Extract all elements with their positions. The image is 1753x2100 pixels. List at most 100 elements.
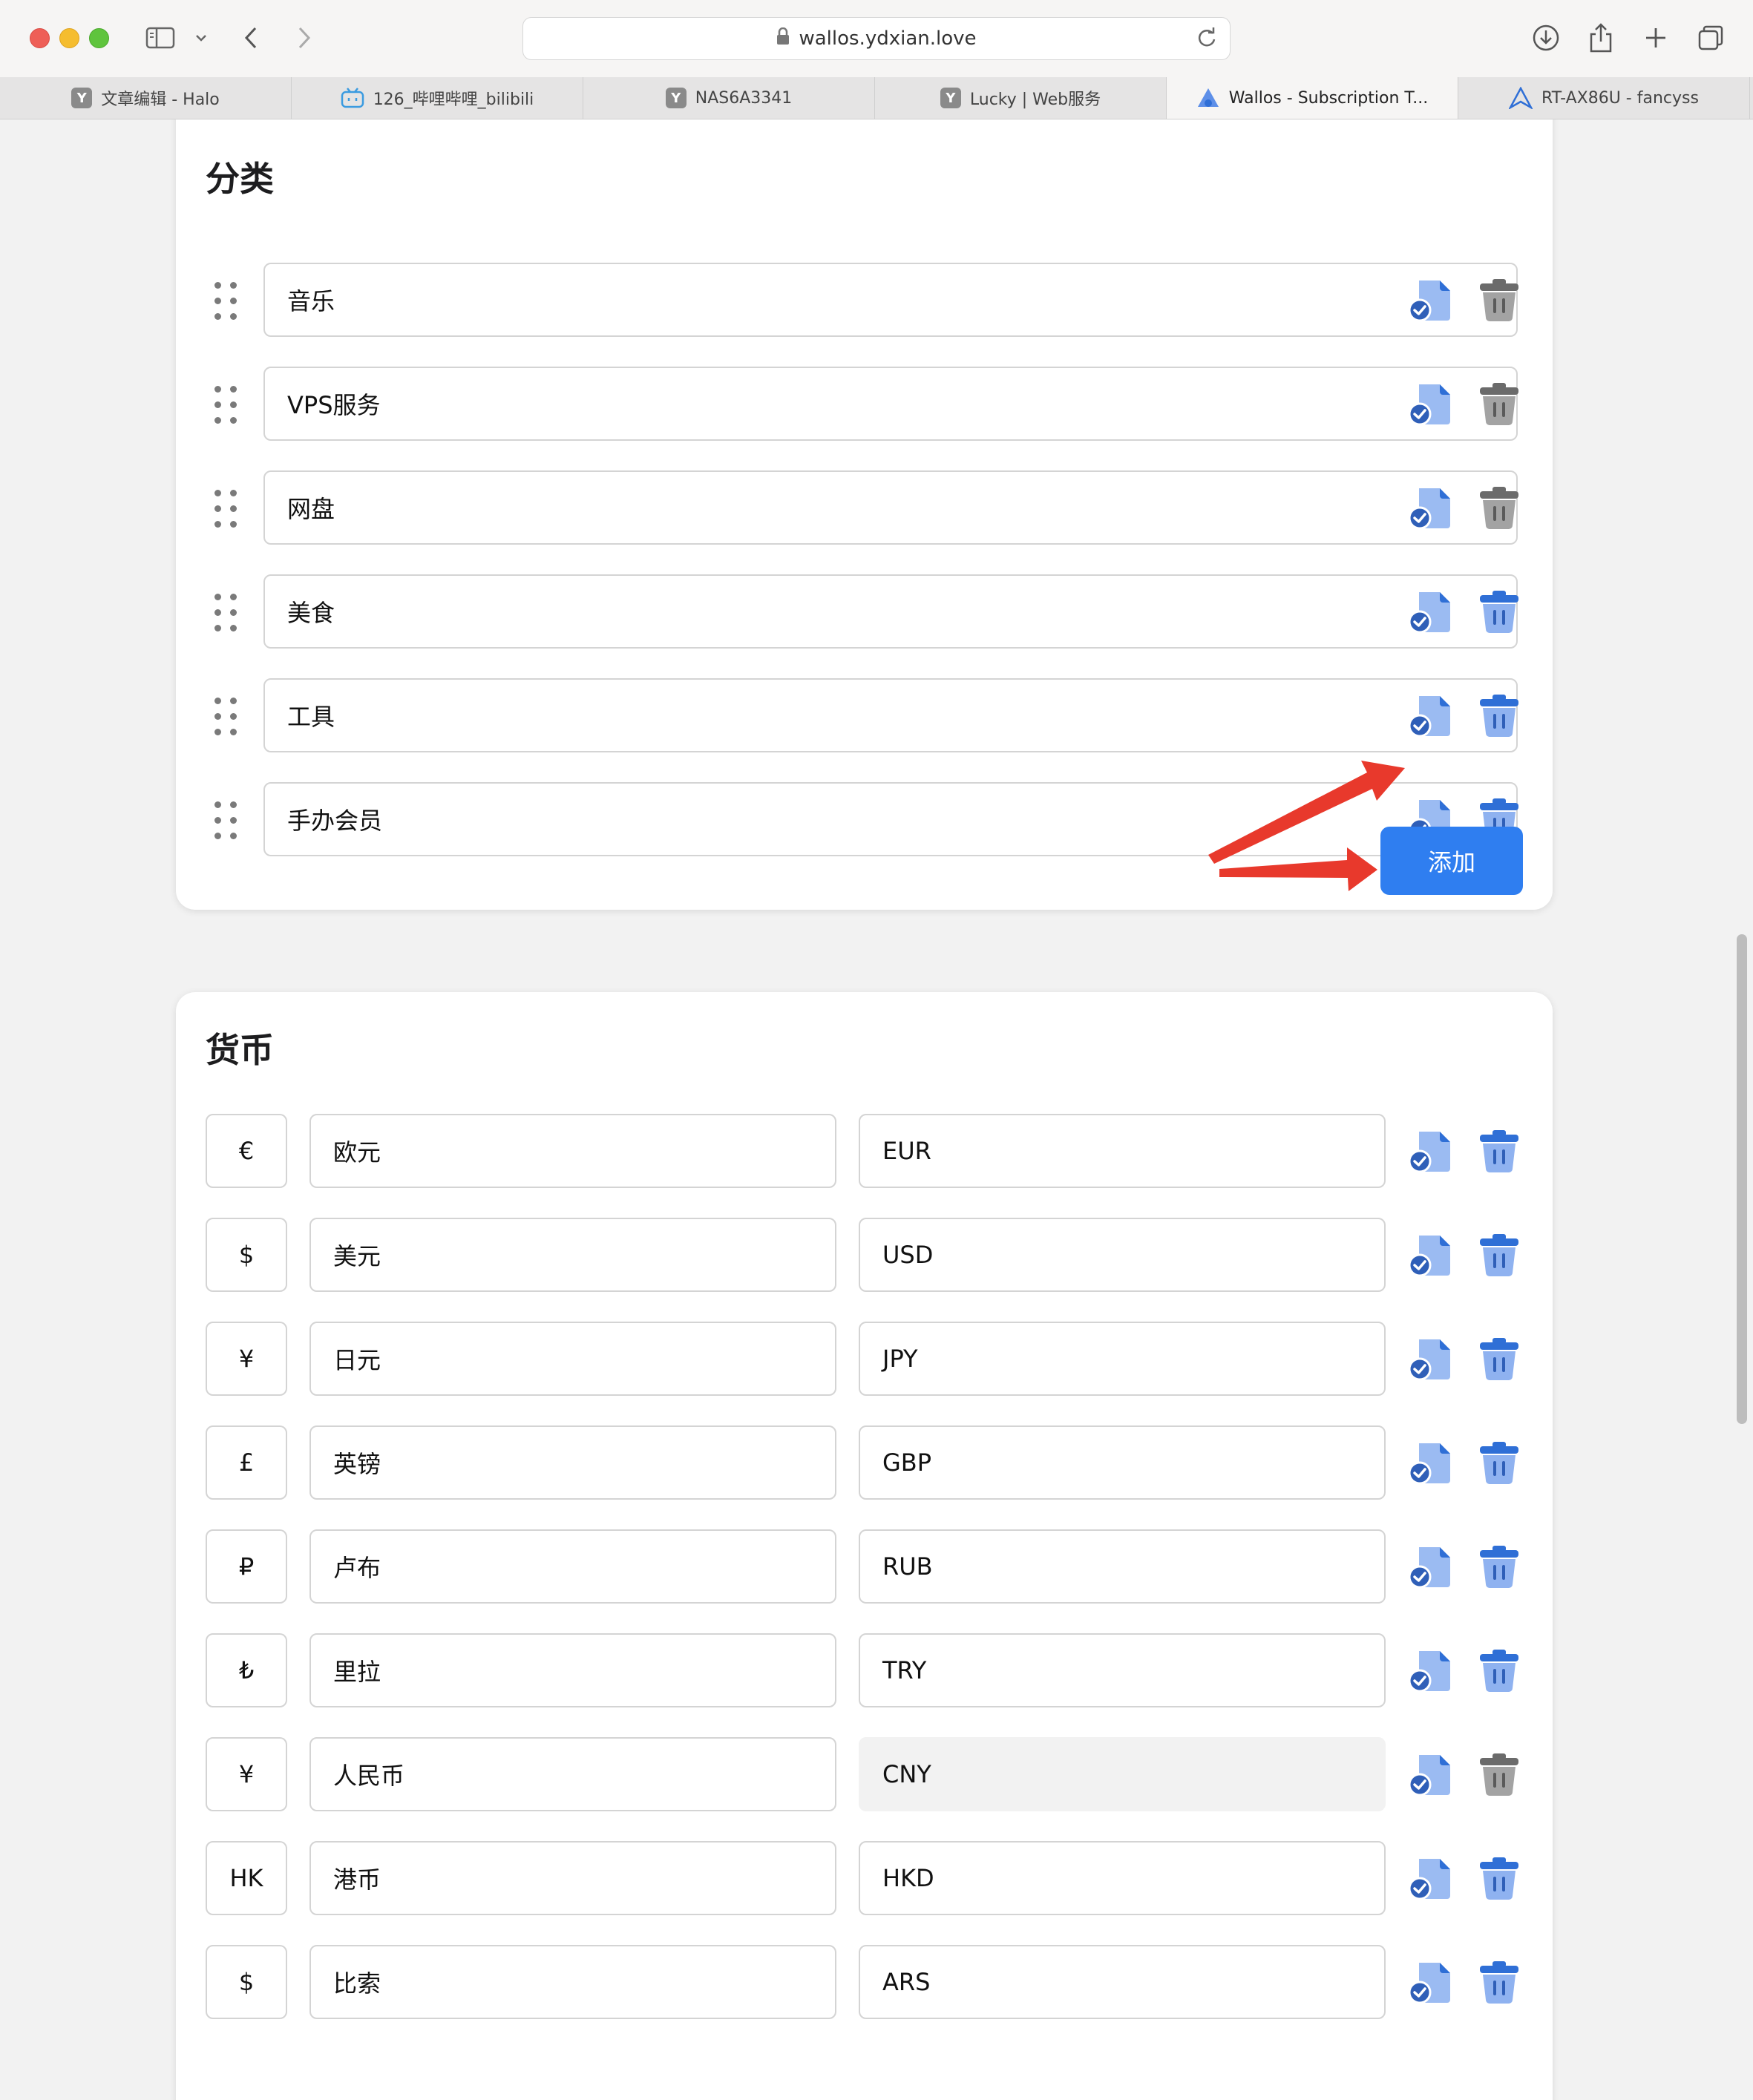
forward-icon[interactable]	[291, 21, 318, 55]
chevron-down-icon[interactable]	[190, 21, 212, 55]
save-file-icon[interactable]	[1405, 274, 1457, 326]
category-row: 手办会员	[176, 782, 1553, 856]
currency-code-input[interactable]: USD	[859, 1218, 1386, 1292]
currency-symbol-input[interactable]: £	[206, 1425, 287, 1500]
drag-handle-icon[interactable]	[214, 386, 237, 424]
currency-code-input[interactable]: HKD	[859, 1841, 1386, 1915]
reload-icon[interactable]	[1196, 27, 1218, 54]
currency-name-input[interactable]: 美元	[309, 1218, 836, 1292]
currency-name-input[interactable]: 欧元	[309, 1114, 836, 1188]
currency-name-input[interactable]: 比索	[309, 1945, 836, 2019]
currency-name-input[interactable]: 人民币	[309, 1737, 836, 1811]
save-file-icon[interactable]	[1405, 1748, 1457, 1800]
currencies-card: 货币 € 欧元 EUR $ 美元 USD ¥ 日元 JPY £ 英镑 GBP ₽ 卢布 RUB ₺ 里拉 TRY ¥…	[176, 992, 1553, 2100]
delete-trash-icon[interactable]	[1473, 1125, 1525, 1177]
delete-trash-icon[interactable]	[1473, 1956, 1525, 2008]
category-name-input[interactable]: 工具	[263, 678, 1518, 752]
drag-handle-icon[interactable]	[214, 801, 237, 839]
wallos-icon	[1196, 87, 1220, 109]
currency-code-input: CNY	[859, 1737, 1386, 1811]
tab-halo[interactable]: Y 文章编辑 - Halo	[0, 77, 292, 119]
save-file-icon[interactable]	[1405, 378, 1457, 430]
currency-name-input[interactable]: 卢布	[309, 1529, 836, 1604]
currency-name-input[interactable]: 港币	[309, 1841, 836, 1915]
yunzhanghu-y-icon: Y	[71, 88, 93, 108]
tab-wallos[interactable]: Wallos - Subscription T...	[1167, 77, 1458, 119]
share-icon[interactable]	[1584, 21, 1618, 55]
downloads-icon[interactable]	[1529, 21, 1563, 55]
delete-trash-icon[interactable]	[1473, 1852, 1525, 1904]
tab-nas[interactable]: Y NAS6A3341	[583, 77, 875, 119]
zoom-window-button[interactable]	[89, 28, 109, 48]
drag-handle-icon[interactable]	[214, 490, 237, 528]
currency-symbol-input[interactable]: ¥	[206, 1322, 287, 1396]
category-name-input[interactable]: 手办会员	[263, 782, 1518, 856]
save-file-icon[interactable]	[1405, 1644, 1457, 1696]
delete-trash-icon[interactable]	[1473, 585, 1525, 637]
category-name-input[interactable]: 音乐	[263, 263, 1518, 337]
tab-asus[interactable]: RT-AX86U - fancyss	[1458, 77, 1750, 119]
address-bar[interactable]: wallos.ydxian.love	[522, 17, 1231, 60]
page-scrollbar[interactable]	[1737, 934, 1747, 1424]
delete-disabled-trash-icon[interactable]	[1473, 378, 1525, 430]
delete-trash-icon[interactable]	[1473, 1229, 1525, 1281]
save-file-icon[interactable]	[1405, 1540, 1457, 1592]
drag-handle-icon[interactable]	[214, 698, 237, 735]
currency-code-input[interactable]: EUR	[859, 1114, 1386, 1188]
tab-lucky[interactable]: Y Lucky | Web服务	[875, 77, 1167, 119]
category-row: 网盘	[176, 470, 1553, 545]
drag-handle-icon[interactable]	[214, 282, 237, 320]
currency-code-input[interactable]: GBP	[859, 1425, 1386, 1500]
save-file-icon[interactable]	[1405, 1852, 1457, 1904]
currency-name-input[interactable]: 里拉	[309, 1633, 836, 1707]
add-category-button[interactable]: 添加	[1380, 827, 1523, 895]
currency-row: ₺ 里拉 TRY	[176, 1633, 1553, 1707]
currency-code-input[interactable]: JPY	[859, 1322, 1386, 1396]
save-file-icon[interactable]	[1405, 1125, 1457, 1177]
currency-symbol-input[interactable]: $	[206, 1218, 287, 1292]
drag-handle-icon[interactable]	[214, 594, 237, 631]
delete-trash-icon[interactable]	[1473, 1644, 1525, 1696]
category-row: 美食	[176, 574, 1553, 649]
currency-row: ¥ 日元 JPY	[176, 1322, 1553, 1396]
save-file-icon[interactable]	[1405, 1437, 1457, 1489]
save-file-icon[interactable]	[1405, 585, 1457, 637]
save-file-icon[interactable]	[1405, 689, 1457, 741]
sidebar-icon[interactable]	[144, 21, 177, 55]
currency-name-input[interactable]: 日元	[309, 1322, 836, 1396]
category-name-input[interactable]: 美食	[263, 574, 1518, 649]
save-file-icon[interactable]	[1405, 1956, 1457, 2008]
currency-symbol-input[interactable]: HK	[206, 1841, 287, 1915]
page-viewport: 分类 音乐 VPS服务 网盘 美食 工具 手办会员 添加 货币 € 欧元 EUR $ 美元 USD ¥…	[0, 119, 1753, 2100]
close-window-button[interactable]	[30, 28, 50, 48]
category-name-input[interactable]: 网盘	[263, 470, 1518, 545]
currency-row: £ 英镑 GBP	[176, 1425, 1553, 1500]
delete-trash-icon[interactable]	[1473, 689, 1525, 741]
currency-symbol-input[interactable]: ₺	[206, 1633, 287, 1707]
currency-code-input[interactable]: RUB	[859, 1529, 1386, 1604]
currency-name-input[interactable]: 英镑	[309, 1425, 836, 1500]
delete-trash-icon[interactable]	[1473, 1540, 1525, 1592]
currency-symbol-input[interactable]: $	[206, 1945, 287, 2019]
delete-trash-icon[interactable]	[1473, 1333, 1525, 1385]
back-icon[interactable]	[237, 21, 264, 55]
currency-symbol-input[interactable]: ¥	[206, 1737, 287, 1811]
tab-overview-icon[interactable]	[1694, 21, 1728, 55]
currency-code-input[interactable]: TRY	[859, 1633, 1386, 1707]
save-file-icon[interactable]	[1405, 1333, 1457, 1385]
currency-code-input[interactable]: ARS	[859, 1945, 1386, 2019]
delete-disabled-trash-icon[interactable]	[1473, 1748, 1525, 1800]
category-name-input[interactable]: VPS服务	[263, 367, 1518, 441]
delete-trash-icon[interactable]	[1473, 1437, 1525, 1489]
currency-symbol-input[interactable]: €	[206, 1114, 287, 1188]
new-tab-icon[interactable]	[1639, 21, 1673, 55]
save-file-icon[interactable]	[1405, 1229, 1457, 1281]
currency-symbol-input[interactable]: ₽	[206, 1529, 287, 1604]
bilibili-icon	[341, 88, 364, 108]
tab-bilibili[interactable]: 126_哔哩哔哩_bilibili	[292, 77, 583, 119]
save-file-icon[interactable]	[1405, 482, 1457, 534]
currency-row: $ 比索 ARS	[176, 1945, 1553, 2019]
minimize-window-button[interactable]	[59, 28, 79, 48]
delete-disabled-trash-icon[interactable]	[1473, 274, 1525, 326]
delete-disabled-trash-icon[interactable]	[1473, 482, 1525, 534]
